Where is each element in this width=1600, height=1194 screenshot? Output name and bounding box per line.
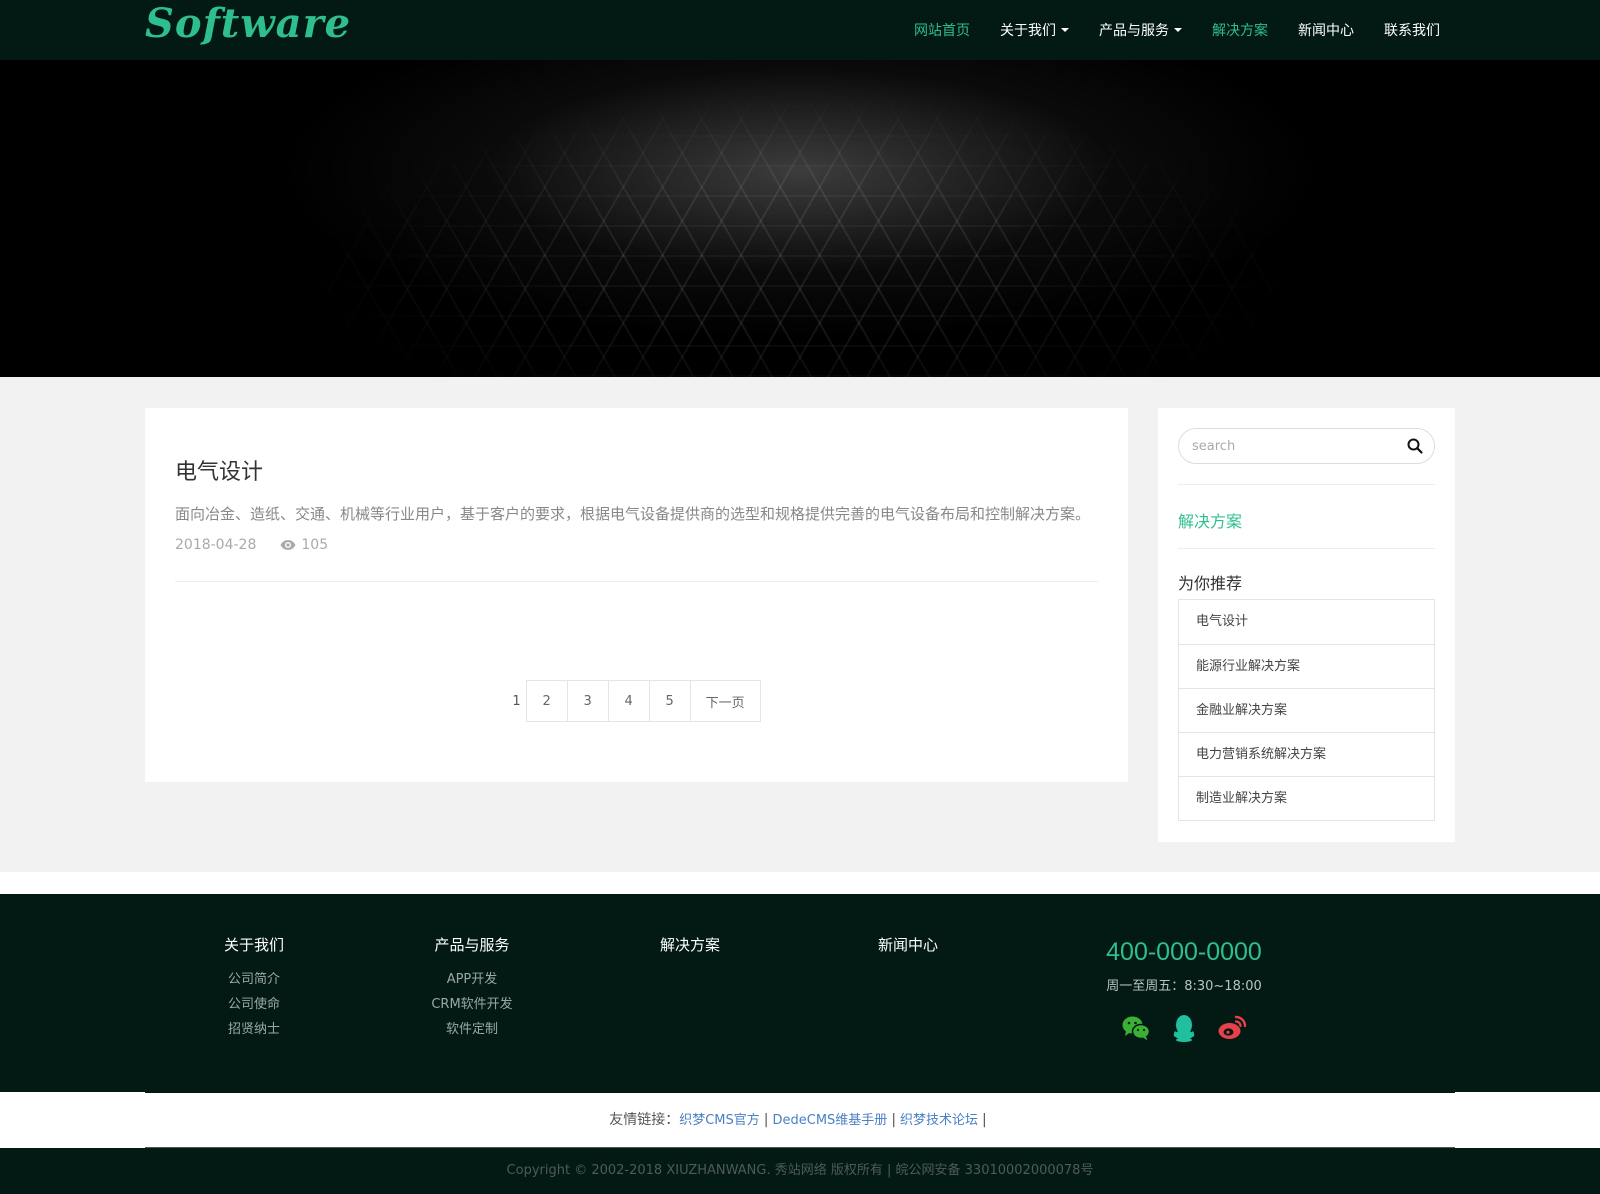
recommend-item[interactable]: 能源行业解决方案: [1179, 644, 1434, 688]
footer-column-solutions: 解决方案: [600, 934, 780, 956]
search-input[interactable]: [1179, 429, 1399, 463]
footer-column-title[interactable]: 解决方案: [600, 934, 780, 956]
page-link-3[interactable]: 3: [566, 680, 609, 722]
article-item: 电气设计 面向冶金、造纸、交通、机械等行业用户，基于客户的要求，根据电气设备提供…: [175, 458, 1098, 582]
page-current: 1: [512, 693, 521, 709]
nav-item-label: 网站首页: [914, 23, 970, 39]
nav-item-about[interactable]: 关于我们: [1000, 20, 1069, 40]
search-icon[interactable]: [1406, 437, 1424, 455]
social-links: [1094, 1014, 1274, 1042]
footer-link[interactable]: 招贤纳士: [164, 1017, 344, 1042]
sidebar-category-link[interactable]: 解决方案: [1178, 508, 1242, 532]
links-divider-top: [145, 1092, 1455, 1093]
search-box: [1178, 428, 1435, 464]
recommend-item[interactable]: 电力营销系统解决方案: [1179, 732, 1434, 776]
sidebar-divider: [1178, 484, 1435, 485]
friend-link[interactable]: DedeCMS维基手册: [773, 1113, 888, 1128]
article-date: 2018-04-28: [175, 537, 257, 553]
page-link-2[interactable]: 2: [525, 680, 568, 722]
footer-link[interactable]: APP开发: [382, 967, 562, 992]
article-meta: 2018-04-28 105: [175, 537, 1098, 553]
nav-item-label: 解决方案: [1212, 23, 1268, 39]
footer-column-about: 关于我们 公司简介 公司使命 招贤纳士: [164, 934, 344, 1042]
article-views-count: 105: [301, 537, 329, 553]
contact-phone: 400-000-0000: [1106, 938, 1262, 966]
pagination: 1 2 3 4 5 下一页: [145, 680, 1128, 722]
site-footer: 关于我们 公司简介 公司使命 招贤纳士 产品与服务 APP开发 CRM软件开发 …: [0, 894, 1600, 1092]
sidebar-divider: [1178, 548, 1435, 549]
footer-column-title[interactable]: 新闻中心: [818, 934, 998, 956]
recommend-item[interactable]: 金融业解决方案: [1179, 688, 1434, 732]
separator: |: [763, 1112, 769, 1128]
friend-links-bar: 友情链接：织梦CMS官方 | DedeCMS维基手册 | 织梦技术论坛 |: [0, 1092, 1600, 1148]
separator: |: [982, 1112, 987, 1128]
footer-link[interactable]: 公司简介: [164, 967, 344, 992]
recommend-heading: 为你推荐: [1178, 574, 1243, 593]
copyright: Copyright © 2002-2018 XIUZHANWANG. 秀站网络 …: [0, 1148, 1600, 1194]
article-list-card: 电气设计 面向冶金、造纸、交通、机械等行业用户，基于客户的要求，根据电气设备提供…: [145, 408, 1128, 782]
site-header: Software 网站首页 关于我们 产品与服务 解决方案 新闻中心 联系我们: [0, 0, 1600, 60]
caret-down-icon: [1174, 28, 1182, 32]
eye-icon: [280, 540, 296, 550]
footer-contact: 400-000-0000 周一至周五：8:30~18:00: [1094, 938, 1274, 1042]
nav-item-label: 产品与服务: [1099, 23, 1169, 39]
footer-link[interactable]: CRM软件开发: [382, 992, 562, 1017]
banner-geometric-pattern: [300, 90, 1300, 377]
recommend-item[interactable]: 电气设计: [1179, 600, 1434, 644]
footer-gap: [0, 872, 1600, 894]
site-logo[interactable]: Software: [145, 0, 351, 60]
nav-item-home[interactable]: 网站首页: [914, 20, 970, 40]
separator: |: [891, 1112, 897, 1128]
nav-item-label: 新闻中心: [1298, 23, 1354, 39]
friend-link[interactable]: 织梦CMS官方: [679, 1113, 760, 1128]
weibo-icon[interactable]: [1217, 1014, 1247, 1042]
nav-item-contact[interactable]: 联系我们: [1384, 20, 1440, 40]
main-nav: 网站首页 关于我们 产品与服务 解决方案 新闻中心 联系我们: [884, 0, 1440, 60]
recommend-list: 电气设计 能源行业解决方案 金融业解决方案 电力营销系统解决方案 制造业解决方案: [1178, 599, 1435, 821]
footer-column-links: 公司简介 公司使命 招贤纳士: [164, 967, 344, 1042]
footer-column-links: APP开发 CRM软件开发 软件定制: [382, 967, 562, 1042]
caret-down-icon: [1061, 28, 1069, 32]
footer-column-title[interactable]: 产品与服务: [382, 934, 562, 956]
footer-column-products: 产品与服务 APP开发 CRM软件开发 软件定制: [382, 934, 562, 1042]
nav-item-label: 联系我们: [1384, 23, 1440, 39]
sidebar: 解决方案 为你推荐 电气设计 能源行业解决方案 金融业解决方案 电力营销系统解决…: [1158, 408, 1455, 842]
nav-item-news[interactable]: 新闻中心: [1298, 20, 1354, 40]
nav-item-label: 关于我们: [1000, 23, 1056, 39]
footer-column-news: 新闻中心: [818, 934, 998, 956]
article-title[interactable]: 电气设计: [175, 458, 263, 488]
footer-link[interactable]: 软件定制: [382, 1017, 562, 1042]
nav-item-solutions[interactable]: 解决方案: [1212, 20, 1268, 40]
recommend-item[interactable]: 制造业解决方案: [1179, 776, 1434, 820]
nav-item-products[interactable]: 产品与服务: [1099, 20, 1182, 40]
footer-link[interactable]: 公司使命: [164, 992, 344, 1017]
wechat-icon[interactable]: [1121, 1014, 1151, 1042]
page-link-5[interactable]: 5: [648, 680, 691, 722]
footer-column-title[interactable]: 关于我们: [164, 934, 344, 956]
qq-icon[interactable]: [1169, 1014, 1199, 1042]
article-description: 面向冶金、造纸、交通、机械等行业用户，基于客户的要求，根据电气设备提供商的选型和…: [175, 505, 1091, 523]
hero-banner: [0, 60, 1600, 377]
page-next-button[interactable]: 下一页: [689, 680, 761, 722]
page-link-4[interactable]: 4: [607, 680, 650, 722]
article-views: 105: [280, 537, 328, 553]
friend-link[interactable]: 织梦技术论坛: [900, 1113, 978, 1128]
contact-hours: 周一至周五：8:30~18:00: [1106, 979, 1262, 994]
friend-links-label: 友情链接：: [609, 1112, 680, 1128]
